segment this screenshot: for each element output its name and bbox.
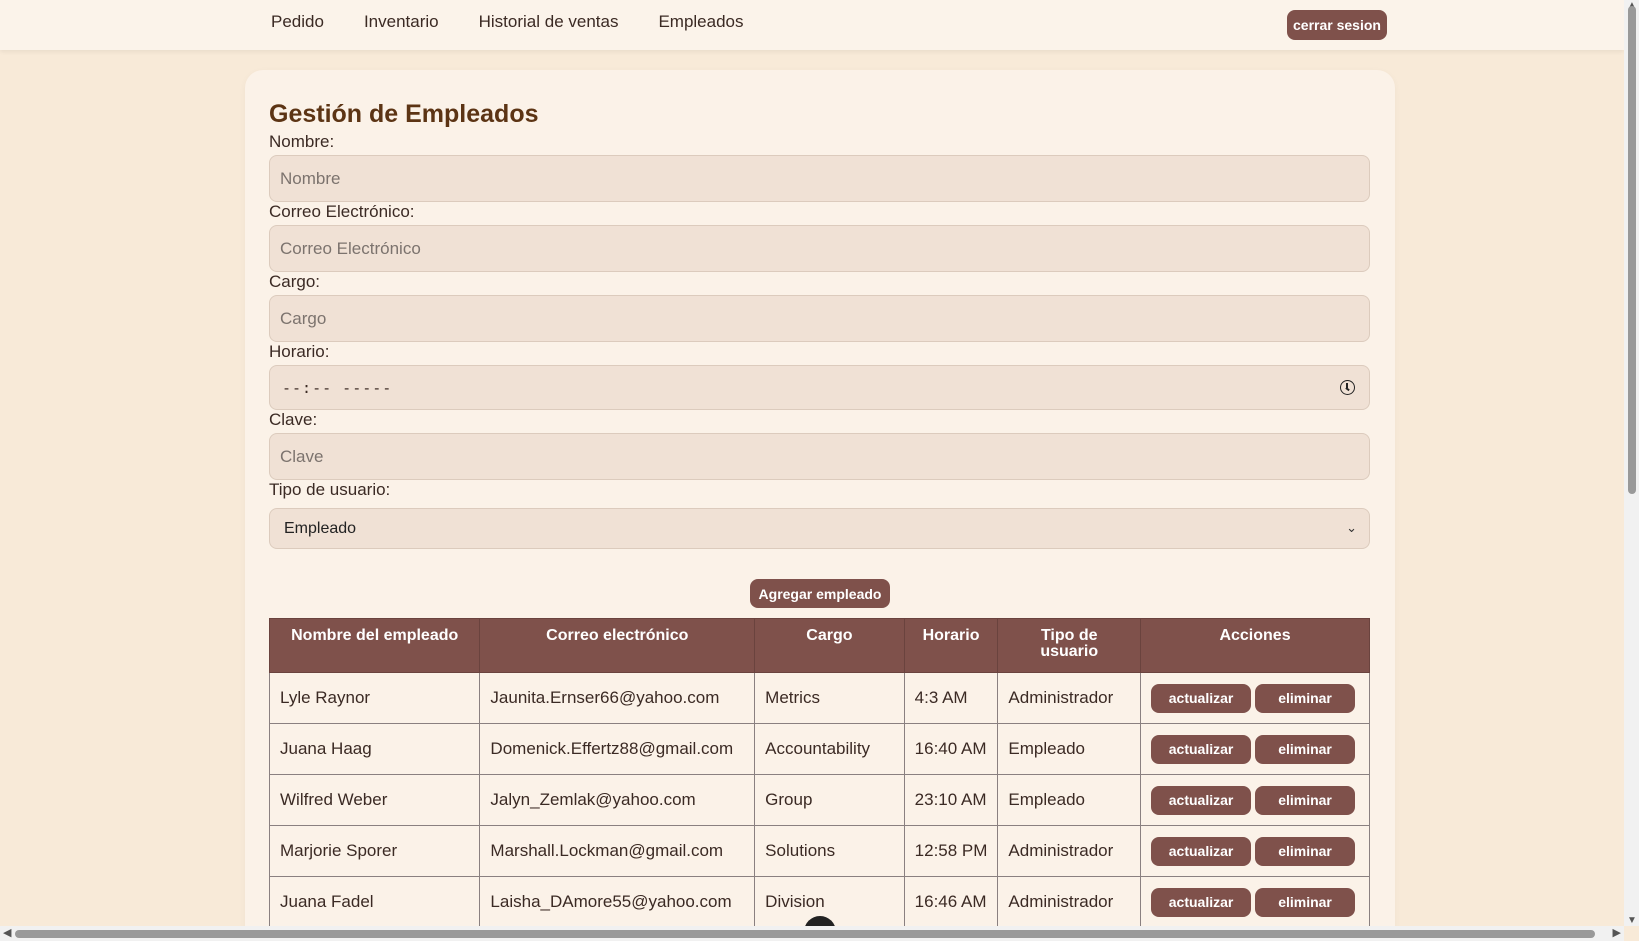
clock-icon[interactable]: [1340, 380, 1355, 395]
vertical-scroll-thumb[interactable]: [1628, 6, 1636, 494]
tipo-usuario-selected: Empleado: [284, 519, 357, 537]
delete-button[interactable]: eliminar: [1255, 785, 1356, 815]
cell-acciones: actualizar eliminar: [1140, 876, 1370, 928]
horizontal-scrollbar[interactable]: ◀ ▶: [0, 926, 1624, 941]
update-button[interactable]: actualizar: [1151, 734, 1252, 764]
cargo-label: Cargo:: [269, 272, 321, 291]
nav-historial-ventas[interactable]: Historial de ventas: [479, 12, 619, 32]
header-cargo: Cargo: [754, 618, 905, 673]
clave-label: Clave:: [269, 410, 318, 429]
delete-button[interactable]: eliminar: [1255, 836, 1356, 866]
cell-cargo: Metrics: [754, 672, 905, 724]
cell-tipo: Administrador: [997, 876, 1142, 928]
nombre-label: Nombre:: [269, 132, 335, 151]
cell-nombre: Lyle Raynor: [268, 672, 481, 724]
horizontal-scroll-thumb[interactable]: [15, 930, 1595, 938]
cell-correo: Laisha_DAmore55@yahoo.com: [479, 876, 756, 928]
add-employee-button[interactable]: Agregar empleado: [750, 579, 890, 608]
nombre-input[interactable]: [269, 155, 1370, 202]
cell-nombre: Juana Fadel: [268, 876, 481, 928]
horario-time-input[interactable]: --:-- -----: [269, 365, 1370, 410]
cell-horario: 23:10 AM: [903, 774, 999, 826]
cargo-input[interactable]: [269, 295, 1370, 342]
cell-horario: 16:40 AM: [903, 723, 999, 775]
chevron-down-icon: ⌄: [1346, 520, 1357, 535]
cell-nombre: Marjorie Sporer: [268, 825, 481, 877]
horario-label: Horario:: [269, 342, 330, 361]
cell-correo: Jaunita.Ernser66@yahoo.com: [479, 672, 756, 724]
delete-button[interactable]: eliminar: [1255, 734, 1356, 764]
cell-acciones: actualizar eliminar: [1140, 672, 1370, 724]
cell-tipo: Administrador: [997, 672, 1142, 724]
employee-management-card: Gestión de Empleados Nombre: Correo Elec…: [245, 70, 1395, 941]
update-button[interactable]: actualizar: [1151, 785, 1252, 815]
nav-empleados[interactable]: Empleados: [658, 12, 743, 32]
logout-button[interactable]: cerrar sesion: [1287, 10, 1387, 40]
correo-input[interactable]: [269, 225, 1370, 272]
scroll-right-icon[interactable]: ▶: [1613, 926, 1621, 939]
table-row: Juana Haag Domenick.Effertz88@gmail.com …: [268, 723, 1370, 775]
cell-cargo: Group: [754, 774, 905, 826]
cell-cargo: Solutions: [754, 825, 905, 877]
tipo-usuario-label: Tipo de usuario:: [269, 480, 391, 499]
cell-acciones: actualizar eliminar: [1140, 723, 1370, 775]
horario-value: --:-- -----: [282, 378, 393, 397]
cell-nombre: Juana Haag: [268, 723, 481, 775]
header-nombre: Nombre del empleado: [268, 618, 481, 673]
vertical-scrollbar[interactable]: ▲ ▼: [1624, 0, 1639, 926]
top-navbar: Pedido Inventario Historial de ventas Em…: [0, 0, 1624, 50]
cell-horario: 12:58 PM: [903, 825, 999, 877]
page-title: Gestión de Empleados: [269, 100, 539, 128]
header-correo: Correo electrónico: [479, 618, 756, 673]
update-button[interactable]: actualizar: [1151, 683, 1252, 713]
cell-tipo: Empleado: [997, 774, 1142, 826]
header-tipo: Tipo de usuario: [997, 618, 1142, 673]
table-row: Wilfred Weber Jalyn_Zemlak@yahoo.com Gro…: [268, 774, 1370, 826]
update-button[interactable]: actualizar: [1151, 887, 1252, 917]
nav-inventario[interactable]: Inventario: [364, 12, 439, 32]
update-button[interactable]: actualizar: [1151, 836, 1252, 866]
header-acciones: Acciones: [1140, 618, 1370, 673]
cell-tipo: Empleado: [997, 723, 1142, 775]
table-row: Marjorie Sporer Marshall.Lockman@gmail.c…: [268, 825, 1370, 877]
cell-correo: Domenick.Effertz88@gmail.com: [479, 723, 756, 775]
correo-label: Correo Electrónico:: [269, 202, 415, 221]
main-nav: Pedido Inventario Historial de ventas Em…: [271, 12, 744, 32]
delete-button[interactable]: eliminar: [1255, 887, 1356, 917]
scroll-left-icon[interactable]: ◀: [3, 926, 11, 939]
cell-acciones: actualizar eliminar: [1140, 774, 1370, 826]
clave-input[interactable]: [269, 433, 1370, 480]
cell-horario: 4:3 AM: [903, 672, 999, 724]
cell-nombre: Wilfred Weber: [268, 774, 481, 826]
scroll-down-icon[interactable]: ▼: [1627, 915, 1637, 926]
header-horario: Horario: [903, 618, 999, 673]
cell-tipo: Administrador: [997, 825, 1142, 877]
nav-pedido[interactable]: Pedido: [271, 12, 324, 32]
employees-table: Nombre del empleado Correo electrónico C…: [268, 618, 1370, 928]
table-row: Lyle Raynor Jaunita.Ernser66@yahoo.com M…: [268, 672, 1370, 724]
tipo-usuario-select[interactable]: Empleado ⌄: [269, 508, 1370, 549]
cell-cargo: Accountability: [754, 723, 905, 775]
cell-acciones: actualizar eliminar: [1140, 825, 1370, 877]
cell-correo: Jalyn_Zemlak@yahoo.com: [479, 774, 756, 826]
cell-horario: 16:46 AM: [903, 876, 999, 928]
table-header-row: Nombre del empleado Correo electrónico C…: [268, 618, 1370, 673]
cell-correo: Marshall.Lockman@gmail.com: [479, 825, 756, 877]
delete-button[interactable]: eliminar: [1255, 683, 1356, 713]
